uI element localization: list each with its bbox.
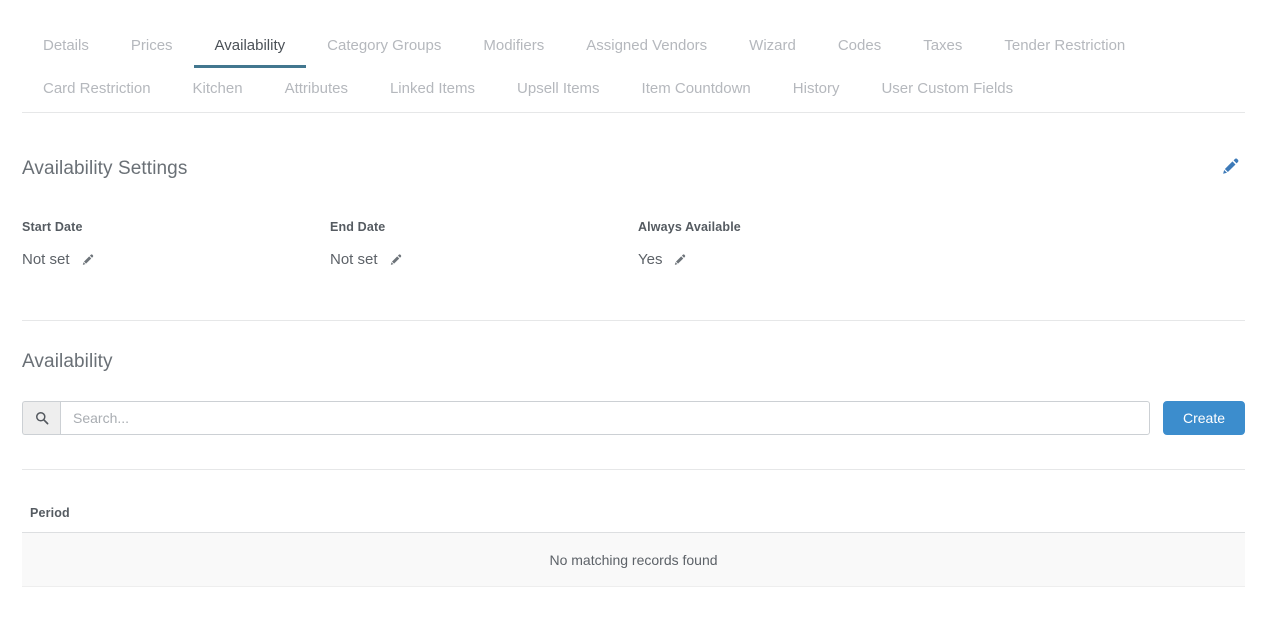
field-label: End Date	[330, 220, 386, 234]
tab-codes[interactable]: Codes	[817, 26, 902, 68]
tab-label: Attributes	[284, 79, 348, 97]
tab-linked-items[interactable]: Linked Items	[369, 68, 496, 112]
field-label: Always Available	[638, 220, 741, 234]
tab-kitchen[interactable]: Kitchen	[172, 68, 264, 112]
tab-label: Modifiers	[483, 36, 545, 54]
tab-label: Kitchen	[192, 79, 243, 97]
availability-list-title: Availability	[22, 351, 113, 372]
field-label: Start Date	[22, 220, 83, 234]
search-icon[interactable]	[22, 401, 60, 435]
tab-row-secondary: Card Restriction Kitchen Attributes Link…	[22, 68, 1245, 112]
tab-label: Upsell Items	[517, 79, 600, 97]
tabs-divider	[22, 112, 1245, 113]
search-group	[22, 401, 1150, 435]
tab-details[interactable]: Details	[22, 26, 110, 68]
field-start-date: Start Date Not set	[22, 220, 95, 268]
edit-settings-pencil-icon[interactable]	[1215, 151, 1245, 186]
field-value: Not set	[22, 251, 70, 268]
column-header-period[interactable]: Period	[22, 506, 1245, 533]
tab-label: Availability	[214, 36, 286, 54]
tab-label: Wizard	[749, 36, 796, 54]
availability-toolbar: Create	[22, 401, 1245, 435]
field-value-row: Yes	[638, 251, 741, 268]
field-value: Yes	[638, 251, 663, 268]
tab-row-primary: Details Prices Availability Category Gro…	[22, 26, 1245, 68]
availability-settings-header: Availability Settings	[22, 151, 1245, 186]
tab-label: Item Countdown	[641, 79, 751, 97]
tab-prices[interactable]: Prices	[110, 26, 194, 68]
edit-start-date-pencil-icon[interactable]	[80, 252, 95, 267]
field-value: Not set	[330, 251, 378, 268]
tab-label: Codes	[837, 36, 882, 54]
availability-settings-fields: Start Date Not set End Date Not set Alwa…	[22, 220, 1245, 292]
tab-attributes[interactable]: Attributes	[264, 68, 369, 112]
tab-tender-restriction[interactable]: Tender Restriction	[983, 26, 1146, 68]
tab-modifiers[interactable]: Modifiers	[462, 26, 565, 68]
availability-list-header: Availability	[22, 351, 1245, 373]
availability-settings-title: Availability Settings	[22, 157, 188, 179]
tab-label: Category Groups	[327, 36, 442, 54]
toolbar-divider	[22, 469, 1245, 470]
tab-label: Assigned Vendors	[586, 36, 708, 54]
tab-label: Details	[43, 36, 89, 54]
tab-label: Linked Items	[389, 79, 476, 97]
tab-assigned-vendors[interactable]: Assigned Vendors	[565, 26, 728, 68]
tab-history[interactable]: History	[772, 68, 861, 112]
item-tabs: Details Prices Availability Category Gro…	[0, 0, 1267, 112]
create-button[interactable]: Create	[1162, 401, 1245, 435]
tab-label: Tender Restriction	[1004, 36, 1126, 54]
tab-category-groups[interactable]: Category Groups	[306, 26, 462, 68]
tab-label: Prices	[130, 36, 173, 54]
availability-page: Details Prices Availability Category Gro…	[0, 0, 1267, 641]
empty-state-message: No matching records found	[22, 532, 1245, 587]
tab-item-countdown[interactable]: Item Countdown	[621, 68, 772, 112]
search-input[interactable]	[60, 401, 1150, 435]
tab-upsell-items[interactable]: Upsell Items	[496, 68, 621, 112]
tab-label: Card Restriction	[43, 79, 151, 97]
tab-availability[interactable]: Availability	[193, 26, 307, 68]
settings-section-divider	[22, 320, 1245, 321]
field-always-available: Always Available Yes	[638, 220, 741, 268]
availability-table: Period No matching records found	[22, 506, 1245, 587]
tab-taxes[interactable]: Taxes	[902, 26, 983, 68]
tab-wizard[interactable]: Wizard	[728, 26, 817, 68]
table-header-row: Period	[22, 506, 1245, 533]
field-value-row: Not set	[330, 251, 403, 268]
field-end-date: End Date Not set	[330, 220, 403, 268]
tab-user-custom-fields[interactable]: User Custom Fields	[860, 68, 1034, 112]
edit-always-available-pencil-icon[interactable]	[672, 252, 687, 267]
field-value-row: Not set	[22, 251, 95, 268]
tab-card-restriction[interactable]: Card Restriction	[22, 68, 172, 112]
tab-label: User Custom Fields	[881, 79, 1014, 97]
tab-label: History	[792, 79, 840, 97]
tab-label: Taxes	[923, 36, 963, 54]
edit-end-date-pencil-icon[interactable]	[388, 252, 403, 267]
table-row: No matching records found	[22, 532, 1245, 587]
